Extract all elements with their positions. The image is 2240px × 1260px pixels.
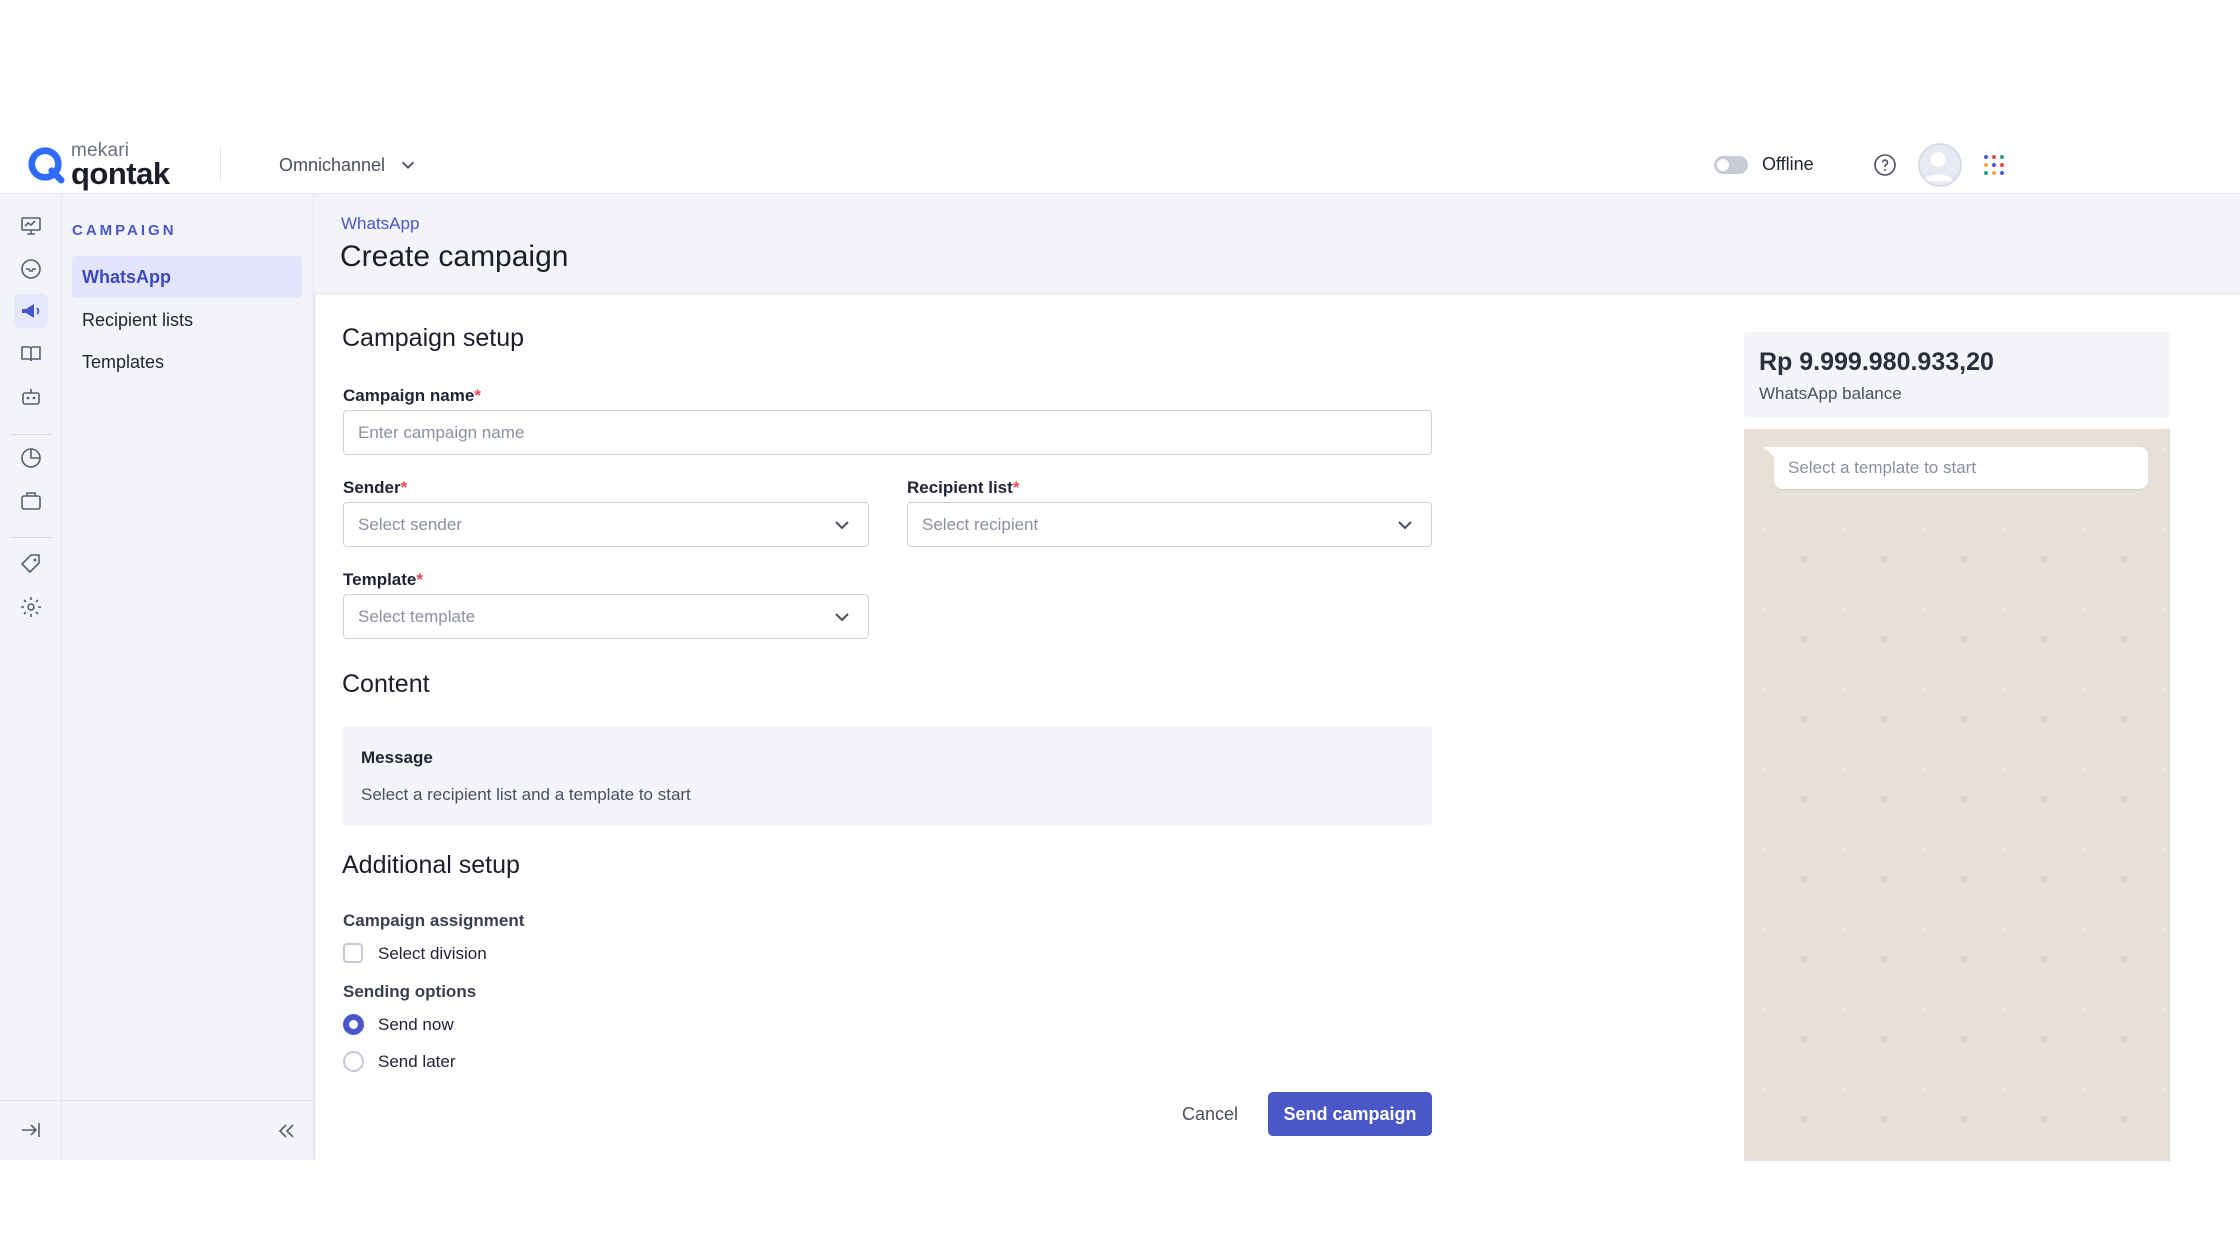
page-title: Create campaign [340,240,569,273]
analytics-icon[interactable] [14,441,48,475]
recipient-list-label: Recipient list* [907,478,1020,497]
dashboard-icon[interactable] [14,209,48,243]
required-mark: * [1012,478,1020,497]
rail-divider [10,537,52,538]
required-mark: * [416,570,423,589]
send-later-radio[interactable] [343,1051,364,1072]
sender-select[interactable]: Select sender [343,502,869,547]
chevron-down-icon [835,613,849,622]
balance-label: WhatsApp balance [1759,384,1902,403]
whatsapp-preview: Select a template to start [1744,429,2170,1161]
sidebar-item-whatsapp[interactable]: WhatsApp [72,256,302,298]
status-toggle[interactable] [1714,156,1748,174]
balance-amount: Rp 9.999.980.933,20 [1759,348,1994,376]
inbox-icon[interactable] [14,252,48,286]
sidebar-item-recipient-lists[interactable]: Recipient lists [72,299,302,341]
message-box: Message Select a recipient list and a te… [342,726,1432,826]
icon-rail [0,194,62,1160]
expand-rail-icon[interactable] [14,1113,48,1147]
qontak-logo-icon [28,147,65,184]
form-panel: Campaign setup Campaign name* Enter camp… [314,293,2240,1161]
sidebar-item-label: Recipient lists [82,309,194,330]
campaign-sidebar: CAMPAIGN WhatsApp Recipient lists Templa… [62,194,314,1160]
logo-brand-bottom: qontak [71,156,170,191]
gear-icon[interactable] [14,590,48,624]
sender-label: Sender* [343,478,408,497]
tag-icon[interactable] [14,547,48,581]
app: mekari qontak Omnichannel Offline CAMPAI… [0,137,2240,1161]
send-now-label[interactable]: Send now [378,1015,454,1035]
sidebar-item-label: WhatsApp [82,266,171,287]
campaign-name-label: Campaign name* [343,386,481,405]
workspace-switcher-label: Omnichannel [279,154,386,175]
template-select[interactable]: Select template [343,594,869,639]
additional-setup-heading: Additional setup [342,851,520,879]
template-placeholder: Select template [358,606,476,626]
header-actions: Offline [1640,137,2240,193]
select-division-label[interactable]: Select division [378,944,487,964]
cancel-button[interactable]: Cancel [1170,1092,1250,1136]
campaign-assignment-label: Campaign assignment [343,911,525,930]
required-mark: * [474,386,481,405]
balance-card: Rp 9.999.980.933,20 WhatsApp balance [1744,332,2170,418]
sender-placeholder: Select sender [358,514,462,534]
workspace-switcher[interactable]: Omnichannel [279,148,417,182]
bot-icon[interactable] [14,380,48,414]
chevron-down-icon [1398,521,1412,530]
top-header: mekari qontak Omnichannel Offline [0,137,2240,194]
integration-icon[interactable] [14,484,48,518]
rail-divider [10,434,52,435]
recipient-placeholder: Select recipient [922,514,1039,534]
avatar[interactable] [1918,143,1962,187]
campaign-name-placeholder: Enter campaign name [358,422,525,442]
apps-grid-icon[interactable] [1981,152,2007,178]
help-icon[interactable] [1872,152,1898,178]
message-title: Message [361,748,433,767]
book-icon[interactable] [14,337,48,371]
campaign-setup-heading: Campaign setup [342,324,525,352]
select-division-checkbox[interactable] [343,943,363,963]
required-mark: * [400,478,408,497]
megaphone-icon[interactable] [14,294,48,328]
recipient-select[interactable]: Select recipient [907,502,1432,547]
status-label: Offline [1762,154,1814,174]
message-text: Select a recipient list and a template t… [361,785,691,804]
collapse-sidebar-icon[interactable] [274,1119,298,1143]
sidebar-item-label: Templates [82,351,165,372]
send-campaign-button[interactable]: Send campaign [1268,1092,1432,1136]
send-now-radio[interactable] [343,1014,364,1035]
preview-bubble-text: Select a template to start [1788,458,1977,477]
send-later-label[interactable]: Send later [378,1052,456,1072]
template-label: Template* [343,570,423,589]
main-content: WhatsApp Create campaign Campaign setup … [314,194,2240,1161]
logo[interactable]: mekari qontak [27,137,170,193]
preview-message-bubble: Select a template to start [1764,447,2148,489]
sending-options-label: Sending options [343,982,477,1001]
chevron-down-icon [402,161,415,169]
campaign-name-input[interactable]: Enter campaign name [343,410,1432,455]
sidebar-section-title: CAMPAIGN [72,222,177,239]
sidebar-item-templates[interactable]: Templates [72,341,302,383]
breadcrumb[interactable]: WhatsApp [341,214,419,234]
header-divider [220,147,221,181]
content-heading: Content [342,670,430,698]
chevron-down-icon [835,521,849,530]
